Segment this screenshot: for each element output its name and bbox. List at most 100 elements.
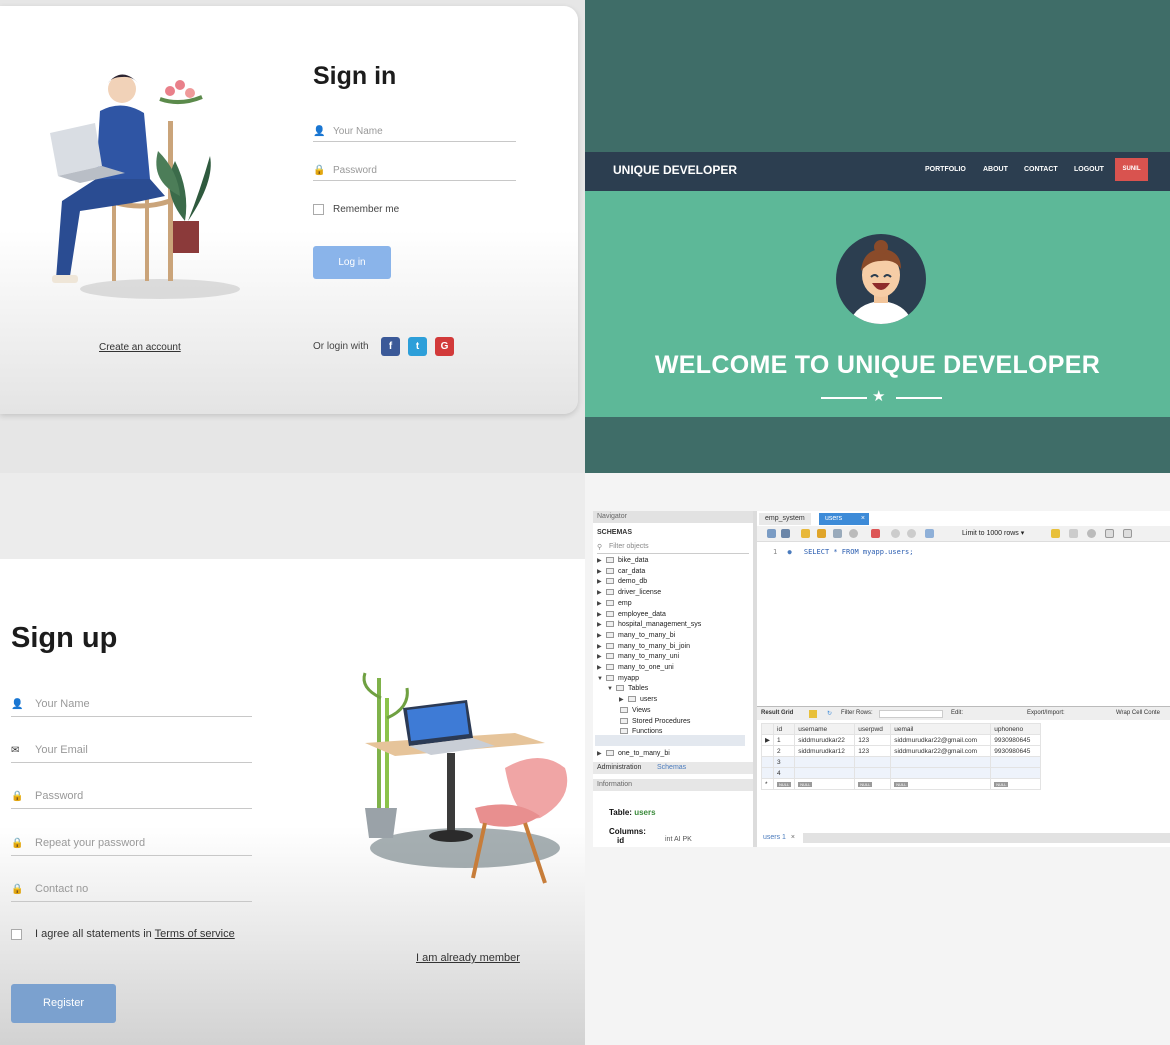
tab-emp-system[interactable]: emp_system: [759, 513, 811, 525]
table-cell[interactable]: [854, 767, 892, 779]
signup-email-field[interactable]: ✉ Your Email: [11, 743, 252, 763]
wrap-icon[interactable]: [1123, 529, 1132, 538]
signup-name-field[interactable]: 👤 Your Name: [11, 697, 252, 717]
beautify-icon[interactable]: [1051, 529, 1060, 538]
nav-user-badge[interactable]: SUNIL: [1115, 158, 1148, 181]
table-cell[interactable]: 9930980645: [990, 734, 1042, 746]
schema-item-car_data[interactable]: ▶ car_data: [597, 567, 645, 575]
signin-name-field[interactable]: 👤 Your Name: [313, 124, 516, 142]
schema-item-myapp[interactable]: ▼ myapp: [597, 674, 639, 682]
filter-objects-input[interactable]: ⚲ Filter objects: [597, 543, 749, 554]
column-header-username[interactable]: username: [794, 723, 856, 735]
tree-item-users[interactable]: ▶ users: [619, 696, 657, 703]
tree-item-tables[interactable]: ▼ Tables: [607, 685, 648, 692]
column-header-uemail[interactable]: uemail: [890, 723, 992, 735]
chevron-right-icon[interactable]: ▶: [597, 589, 606, 596]
remember-checkbox[interactable]: [313, 204, 324, 215]
table-cell[interactable]: 9930980645: [990, 745, 1042, 757]
table-row[interactable]: 4: [761, 767, 1042, 779]
chevron-right-icon[interactable]: ▶: [597, 621, 606, 628]
table-cell[interactable]: 123: [854, 745, 892, 757]
already-member-link[interactable]: I am already member: [416, 952, 520, 964]
schema-item-employee_data[interactable]: ▶ employee_data: [597, 610, 666, 618]
nav-contact[interactable]: CONTACT: [1024, 166, 1058, 173]
terms-checkbox[interactable]: [11, 929, 22, 940]
schema-item-demo_db[interactable]: ▶ demo_db: [597, 578, 647, 585]
chevron-right-icon[interactable]: ▶: [597, 578, 606, 585]
explain-icon[interactable]: [833, 529, 842, 538]
invisible-chars-icon[interactable]: [1105, 529, 1114, 538]
null-cell[interactable]: NULL: [854, 778, 892, 790]
open-icon[interactable]: [767, 529, 776, 538]
tab-administration[interactable]: Administration: [597, 764, 641, 771]
schema-item-bike_data[interactable]: ▶ bike_data: [597, 557, 648, 564]
execute-current-icon[interactable]: [817, 529, 826, 538]
close-icon[interactable]: ×: [791, 834, 795, 841]
table-cell[interactable]: [854, 756, 892, 768]
execute-icon[interactable]: [801, 529, 810, 538]
table-cell[interactable]: [890, 756, 992, 768]
table-cell[interactable]: 1: [772, 734, 796, 746]
twitter-login-button[interactable]: t: [408, 337, 427, 356]
table-cell[interactable]: [990, 756, 1042, 768]
google-login-button[interactable]: G: [435, 337, 454, 356]
autocommit-icon[interactable]: [925, 529, 934, 538]
stop-icon[interactable]: [849, 529, 858, 538]
grid-icon[interactable]: [809, 710, 817, 718]
nav-about[interactable]: ABOUT: [983, 166, 1008, 173]
sql-editor[interactable]: 1 ● SELECT * FROM myapp.users;: [773, 548, 913, 556]
tree-item-views[interactable]: Views: [611, 706, 651, 714]
schema-item-hospital_management_sys[interactable]: ▶ hospital_management_sys: [597, 621, 701, 628]
toggle-icon[interactable]: [871, 529, 880, 538]
create-account-link[interactable]: Create an account: [99, 342, 181, 353]
nav-logout[interactable]: LOGOUT: [1074, 166, 1104, 173]
chevron-right-icon[interactable]: ▶: [597, 600, 606, 607]
table-cell[interactable]: 4: [772, 767, 796, 779]
register-button[interactable]: Register: [11, 984, 116, 1023]
chevron-right-icon[interactable]: ▶: [597, 557, 606, 564]
null-cell[interactable]: NULL: [794, 778, 856, 790]
chevron-right-icon[interactable]: ▶: [597, 653, 606, 660]
table-cell[interactable]: siddmurudkar22@gmail.com: [890, 734, 992, 746]
limit-rows-select[interactable]: Limit to 1000 rows ▾: [962, 529, 1024, 537]
save-icon[interactable]: [781, 529, 790, 538]
result-tab[interactable]: users 1 ×: [763, 834, 795, 841]
schema-item-driver_license[interactable]: ▶ driver_license: [597, 589, 661, 596]
tab-users[interactable]: users ×: [819, 513, 869, 525]
commit-icon[interactable]: [891, 529, 900, 538]
tab-schemas[interactable]: Schemas: [657, 764, 686, 771]
table-cell[interactable]: [794, 756, 856, 768]
refresh-icon[interactable]: ↻: [827, 710, 832, 717]
column-header-id[interactable]: id: [772, 723, 796, 735]
filter-rows-input[interactable]: [879, 710, 943, 718]
table-cell[interactable]: [794, 767, 856, 779]
chevron-right-icon[interactable]: ▶: [597, 750, 606, 757]
table-row[interactable]: 3: [761, 756, 1042, 768]
table-cell[interactable]: 2: [772, 745, 796, 757]
close-icon[interactable]: ×: [861, 515, 865, 522]
schema-item-many_to_many_uni[interactable]: ▶ many_to_many_uni: [597, 653, 679, 660]
rollback-icon[interactable]: [907, 529, 916, 538]
schema-item-many_to_one_uni[interactable]: ▶ many_to_one_uni: [597, 664, 674, 671]
schema-item-one_to_many_bi[interactable]: ▶ one_to_many_bi: [597, 749, 670, 757]
result-grid[interactable]: id username userpwd uemail uphoneno ▶ 1 siddmu…: [761, 723, 1042, 790]
chevron-right-icon[interactable]: ▶: [619, 696, 628, 703]
signin-password-field[interactable]: 🔒 Password: [313, 163, 516, 181]
chevron-right-icon[interactable]: ▶: [597, 643, 606, 650]
chevron-right-icon[interactable]: ▶: [597, 664, 606, 671]
chevron-right-icon[interactable]: ▶: [597, 632, 606, 639]
chevron-down-icon[interactable]: ▼: [597, 676, 606, 682]
search-icon[interactable]: [1087, 529, 1096, 538]
table-cell[interactable]: siddmurudkar22: [794, 734, 856, 746]
chevron-down-icon[interactable]: ▼: [607, 686, 616, 692]
tree-item-procedures[interactable]: Stored Procedures: [611, 717, 690, 725]
facebook-login-button[interactable]: f: [381, 337, 400, 356]
table-cell[interactable]: 123: [854, 734, 892, 746]
null-row[interactable]: * NULL NULL NULL NULL NULL: [761, 778, 1042, 790]
schema-item-emp[interactable]: ▶ emp: [597, 599, 632, 607]
null-cell[interactable]: NULL: [990, 778, 1042, 790]
table-cell[interactable]: siddmurudkar12: [794, 745, 856, 757]
terms-link[interactable]: Terms of service: [155, 928, 235, 940]
splitter[interactable]: [753, 511, 757, 847]
signup-password-field[interactable]: 🔒 Password: [11, 789, 252, 809]
